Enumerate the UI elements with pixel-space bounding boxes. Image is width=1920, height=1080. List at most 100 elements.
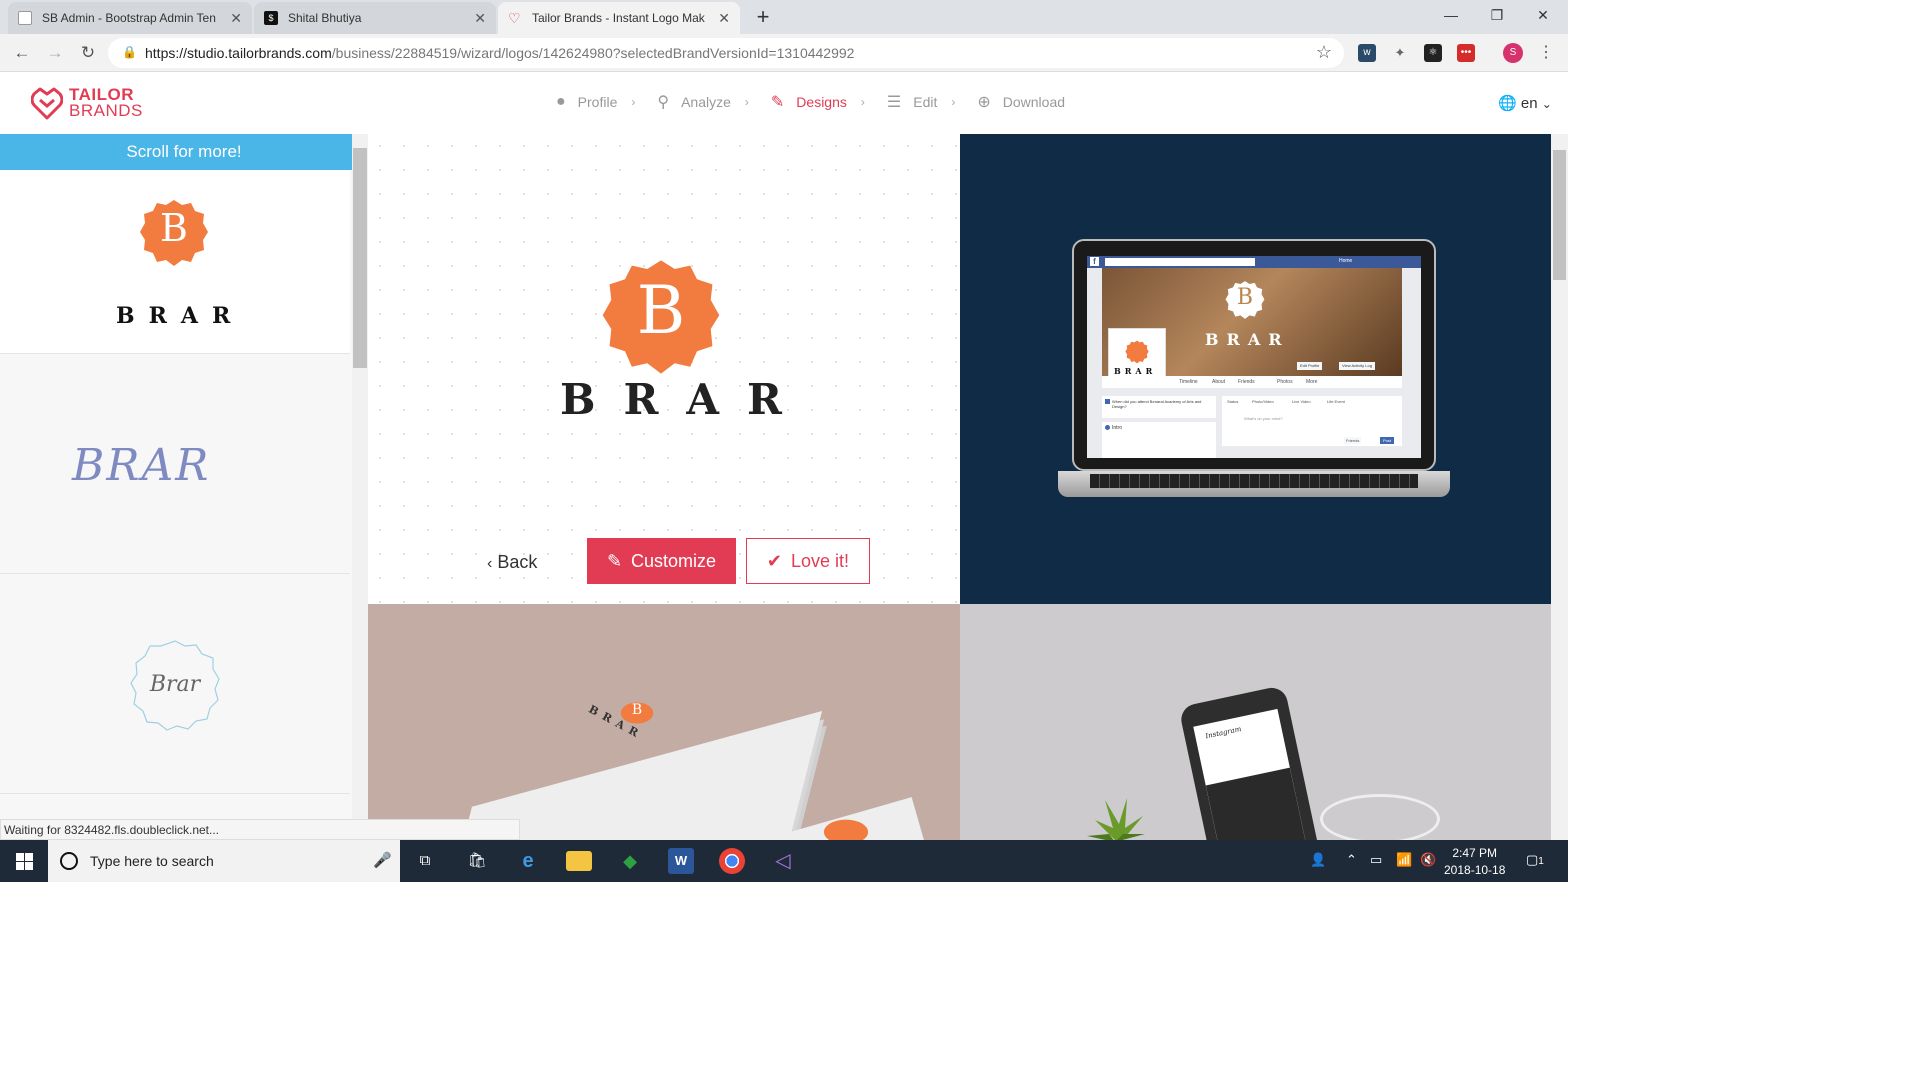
close-tab-icon[interactable]: ✕ [718, 10, 730, 27]
chevron-down-icon: ⌄ [1541, 97, 1552, 111]
tab-title: SB Admin - Bootstrap Admin Ten [42, 11, 216, 25]
extension-icon[interactable]: ✦ [1391, 44, 1409, 62]
logo-mark-letter: B [636, 272, 686, 349]
profile-tabs: Timeline About Friends Photos More [1102, 376, 1402, 388]
heart-logo-icon: ♡ [508, 10, 521, 26]
logo-wordmark: BRAR [1205, 330, 1290, 349]
store-icon[interactable]: 🛍 [464, 848, 490, 874]
minimize-icon[interactable]: — [1428, 0, 1474, 30]
url-text: https://studio.tailorbrands.com/business… [145, 45, 855, 61]
reload-icon[interactable]: ↻ [76, 41, 100, 65]
chevron-up-icon[interactable]: ⌃ [1346, 852, 1357, 868]
brand-logo-text[interactable]: TAILOR BRANDS [69, 86, 143, 119]
step-designs[interactable]: ✎ Designs › [771, 92, 865, 112]
edge-icon[interactable]: e [515, 848, 541, 874]
tab-sb-admin[interactable]: SB Admin - Bootstrap Admin Ten ✕ [8, 2, 252, 34]
back-arrow-icon[interactable]: ← [10, 41, 34, 65]
task-view-icon[interactable]: ⧉ [412, 848, 438, 874]
system-clock[interactable]: 2:47 PM 2018-10-18 [1444, 845, 1505, 879]
customize-button[interactable]: ✎ Customize [587, 538, 736, 584]
wifi-icon[interactable]: 📶 [1396, 852, 1412, 868]
edit-profile-button: Edit Profile [1297, 362, 1323, 370]
wizard-steps: ● Profile › ⚲ Analyze › ✎ Designs › ☰ Edit ›… [556, 92, 1087, 112]
download-icon: ⊕ [977, 94, 991, 111]
notification-icon[interactable]: ▢1 [1526, 852, 1544, 868]
user-icon: ● [556, 93, 566, 110]
app-icon[interactable]: ◆ [617, 848, 643, 874]
step-profile[interactable]: ● Profile › [556, 93, 635, 111]
intro-card: Intro [1102, 422, 1216, 458]
close-tab-icon[interactable]: ✕ [474, 10, 486, 27]
checkbox-icon [1105, 399, 1110, 404]
restore-icon[interactable]: ❐ [1474, 0, 1520, 30]
search-placeholder: Type here to search [90, 853, 214, 869]
laptop-mockup: f Home B BRAR BRAR Edit Profile View Act… [960, 134, 1551, 604]
browser-tab-strip: SB Admin - Bootstrap Admin Ten ✕ $ Shita… [0, 0, 1568, 34]
visual-studio-icon[interactable]: ◁ [770, 848, 796, 874]
battery-icon[interactable]: ▭ [1370, 852, 1382, 868]
logo-option-card[interactable]: BRAR [0, 354, 350, 574]
logo-wordmark: BRAR [72, 440, 211, 491]
tab-tailor-brands[interactable]: ♡ Tailor Brands - Instant Logo Mak ✕ [498, 2, 740, 34]
chevron-left-icon: ‹ [487, 555, 493, 572]
close-window-icon[interactable]: ✕ [1520, 0, 1566, 30]
lock-icon: 🔒 [122, 45, 137, 59]
view-activity-button: View Activity Log [1339, 362, 1375, 370]
new-tab-icon[interactable]: + [750, 5, 776, 31]
love-it-button[interactable]: ✔ Love it! [746, 538, 870, 584]
facebook-logo-icon: f [1090, 257, 1099, 266]
tab-shital-bhutiya[interactable]: $ Shital Bhutiya ✕ [254, 2, 496, 34]
menu-kebab-icon[interactable]: ⋮ [1537, 44, 1555, 62]
windows-start-icon[interactable] [16, 853, 33, 870]
windows-taskbar: Type here to search 🎤 ⧉ 🛍 e ◆ W ◁ 👤 ⌃ ▭ … [0, 840, 1568, 882]
question-card: When did you attend Benaral Academy of A… [1102, 396, 1216, 418]
back-button[interactable]: ‹ Back [487, 552, 537, 573]
page-scrollbar[interactable] [1551, 134, 1568, 840]
bookmark-star-icon[interactable]: ☆ [1316, 42, 1332, 63]
microphone-icon[interactable]: 🎤 [373, 851, 392, 869]
fb-home-link: Home [1339, 258, 1353, 264]
logo-mark-letter: B [631, 702, 643, 718]
logo-wordmark: Brar [149, 672, 201, 697]
logo-option-card[interactable]: B BRAR [0, 170, 350, 354]
business-card-mockup: B BRAR [368, 604, 960, 840]
dollar-icon: $ [264, 11, 278, 25]
forward-arrow-icon[interactable]: → [43, 41, 67, 65]
site-header: TAILOR BRANDS ● Profile › ⚲ Analyze › ✎ De… [0, 72, 1568, 134]
word-icon[interactable]: W [668, 848, 694, 874]
laptop-keyboard [1090, 474, 1418, 488]
tab-title: Shital Bhutiya [288, 11, 362, 25]
step-download[interactable]: ⊕ Download [977, 92, 1065, 112]
people-icon[interactable]: 👤 [1310, 852, 1326, 868]
fb-search-input [1105, 258, 1255, 266]
logo-wordmark: BRAR [116, 303, 245, 329]
logo-option-card[interactable]: Brar [0, 574, 350, 794]
badge-mark-icon [1125, 340, 1149, 364]
extension-icon[interactable]: w [1358, 44, 1376, 62]
tailor-brands-logo-icon[interactable] [31, 86, 63, 120]
file-explorer-icon[interactable] [566, 851, 592, 871]
logo-mark-letter: B [160, 206, 188, 250]
profile-avatar[interactable]: S [1503, 43, 1523, 63]
tab-title: Tailor Brands - Instant Logo Mak [532, 11, 705, 25]
address-bar[interactable]: 🔒 https://studio.tailorbrands.com/busine… [108, 38, 1344, 68]
close-tab-icon[interactable]: ✕ [230, 10, 242, 27]
taskbar-search-input[interactable]: Type here to search 🎤 [48, 840, 400, 882]
earphones-icon [1320, 794, 1440, 840]
logo-options-sidebar: B BRAR BRAR Brar Scroll for more! [0, 134, 368, 840]
globe-icon [1105, 425, 1110, 430]
laptop-screen: f Home B BRAR BRAR Edit Profile View Act… [1087, 256, 1421, 458]
logo-wordmark: BRAR [560, 375, 810, 424]
chrome-icon[interactable] [719, 848, 745, 874]
extension-icon[interactable]: ••• [1457, 44, 1475, 62]
pencil-icon: ✎ [770, 94, 785, 111]
step-edit[interactable]: ☰ Edit › [887, 92, 955, 112]
step-analyze[interactable]: ⚲ Analyze › [657, 92, 749, 112]
sidebar-scrollbar[interactable] [352, 134, 368, 840]
wand-icon: ⚲ [657, 94, 670, 111]
language-selector[interactable]: 🌐 en ⌄ [1498, 94, 1552, 112]
logo-wordmark: BRAR [1114, 366, 1157, 376]
extension-icon[interactable]: ⚛ [1424, 44, 1442, 62]
phone-mockup: Instagram [960, 604, 1551, 840]
volume-mute-icon[interactable]: 🔇 [1420, 852, 1436, 868]
